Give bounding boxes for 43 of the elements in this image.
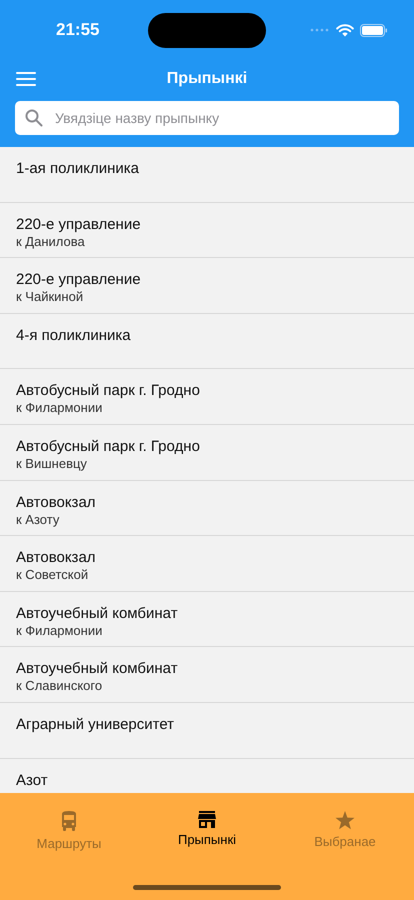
- stop-name: 1-ая поликлиника: [16, 160, 139, 177]
- stop-name: Аграрный университет: [16, 716, 174, 733]
- store-icon: [198, 811, 216, 828]
- stop-direction: к Данилова: [16, 234, 85, 249]
- stop-direction: к Советской: [16, 567, 88, 582]
- stop-name: 220-е управление: [16, 216, 141, 233]
- menu-button[interactable]: [16, 72, 36, 86]
- tab[interactable]: Прыпынкі: [138, 811, 276, 851]
- stop-item[interactable]: Автовокзал к Советской: [0, 536, 414, 592]
- search-field[interactable]: Увядзіце назву прыпынку: [15, 101, 399, 135]
- bus-icon: [60, 811, 78, 832]
- stop-name: Автобусный парк г. Гродно: [16, 382, 200, 400]
- star-icon: [335, 811, 355, 830]
- signal-icon: [310, 28, 330, 32]
- stop-item[interactable]: Автовокзал к Азоту: [0, 480, 414, 536]
- stop-name: Автоучебный комбинат: [16, 660, 178, 678]
- stop-direction: к Азоту: [16, 512, 60, 527]
- battery-icon: [360, 24, 388, 36]
- stop-name: Автовокзал: [16, 494, 96, 511]
- stop-item[interactable]: 220-е управление к Данилова: [0, 202, 414, 258]
- stop-name: Автовокзал: [16, 549, 96, 566]
- stop-name: Автобусный парк г. Гродно: [16, 438, 200, 455]
- stop-item[interactable]: Автоучебный комбинат к Славинского: [0, 647, 414, 703]
- stop-item[interactable]: Аграрный университет: [0, 702, 414, 759]
- stop-direction: к Вишневцу: [16, 456, 87, 471]
- stop-direction: к Филармонии: [16, 622, 102, 638]
- screen-title: Прыпынкі: [166, 70, 248, 88]
- stop-item[interactable]: Автобусный парк г. Гродно к Филармонии: [0, 369, 414, 425]
- stop-name: 220-е управление: [16, 271, 141, 288]
- wifi-icon: [336, 24, 354, 36]
- status-time: 21:55: [56, 20, 100, 40]
- stop-item[interactable]: 1-ая поликлиника: [0, 147, 414, 203]
- stop-direction: к Славинского: [16, 678, 102, 694]
- stop-name: Азот: [16, 772, 48, 789]
- menu-icon: [16, 72, 36, 86]
- stop-name: Автоучебный комбинат: [16, 604, 178, 622]
- stop-item[interactable]: Автоучебный комбинат к Филармонии: [0, 592, 414, 648]
- stop-direction: к Филармонии: [16, 400, 102, 416]
- stop-direction: к Чайкиной: [16, 289, 84, 304]
- stop-name: 4-я поликлиника: [16, 326, 131, 344]
- stop-item[interactable]: 4-я поликлиника: [0, 314, 414, 370]
- stop-item[interactable]: Автобусный парк г. Гродно к Вишневцу: [0, 424, 414, 481]
- stop-item[interactable]: 220-е управление к Чайкиной: [0, 258, 414, 314]
